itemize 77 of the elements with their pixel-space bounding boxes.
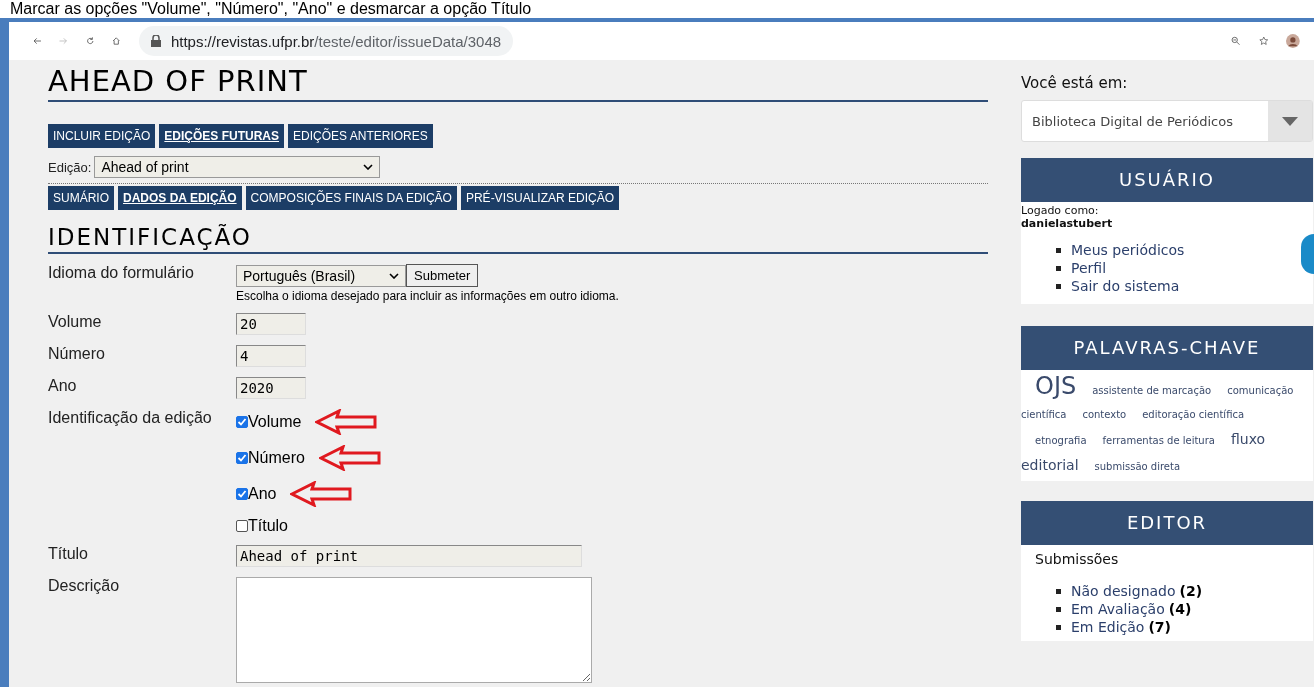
chevron-icon bbox=[363, 164, 374, 170]
sidebar-link[interactable]: Em Avaliação bbox=[1071, 601, 1165, 617]
caret-icon bbox=[1282, 116, 1298, 126]
sidebar-link[interactable]: Meus periódicos bbox=[1071, 242, 1185, 258]
keyword-link[interactable]: fluxo bbox=[1230, 427, 1266, 451]
arrow-icon bbox=[290, 481, 355, 507]
keyword-link[interactable]: científica bbox=[1021, 403, 1067, 427]
input-field[interactable]: Ahead of print bbox=[236, 545, 582, 567]
keyword-link[interactable]: editoração científica bbox=[1142, 403, 1245, 427]
chevron-icon bbox=[389, 272, 399, 279]
issue-select[interactable]: Ahead of print bbox=[94, 156, 381, 178]
count-text: (7) bbox=[1148, 619, 1171, 635]
nav-tab[interactable]: EDIÇÕES ANTERIORES bbox=[288, 124, 433, 148]
option-label: Número bbox=[248, 449, 305, 467]
nav-tab[interactable]: DADOS DA EDIÇÃO bbox=[118, 186, 242, 210]
field-label: Número bbox=[48, 345, 106, 363]
count-text: (4) bbox=[1168, 601, 1192, 617]
keyword-link[interactable]: comunicação bbox=[1227, 379, 1294, 403]
input-field[interactable]: 4 bbox=[236, 345, 306, 367]
address-bar[interactable]: https://revistas.ufpr.br/teste/editor/issueData/3048 bbox=[138, 26, 514, 56]
page-title: AHEAD OF PRINT bbox=[48, 64, 988, 102]
language-select[interactable]: Português (Brasil) bbox=[236, 264, 406, 287]
field-label: Descrição bbox=[48, 577, 121, 595]
keyword-link[interactable]: etnografia bbox=[1035, 429, 1087, 453]
nav-tab[interactable]: INCLUIR EDIÇÃO bbox=[48, 124, 156, 148]
description-textarea[interactable] bbox=[236, 577, 592, 683]
keyword-link[interactable]: editorial bbox=[1021, 453, 1079, 477]
submit-button[interactable]: Submeter bbox=[406, 264, 479, 287]
sidebar-link[interactable]: Não designado bbox=[1071, 583, 1176, 599]
hint-text: Escolha o idioma desejado para incluir as informações em outro idioma. bbox=[236, 289, 620, 303]
block-header: EDITOR bbox=[1021, 501, 1313, 545]
issue-label: Edição: bbox=[48, 159, 92, 175]
field-label: Idioma do formulário bbox=[48, 264, 195, 282]
keyword-link[interactable]: contexto bbox=[1082, 403, 1127, 427]
keyword-link[interactable]: ferramentas de leitura bbox=[1102, 429, 1215, 453]
option-label: Ano bbox=[248, 485, 277, 503]
checkbox[interactable] bbox=[236, 488, 248, 500]
keyword-link[interactable]: assistente de marcação bbox=[1092, 379, 1212, 403]
bullet-icon bbox=[1056, 283, 1061, 289]
bullet-icon bbox=[1056, 265, 1061, 271]
subheading: Submissões bbox=[1034, 550, 1120, 567]
checkbox[interactable] bbox=[236, 416, 248, 428]
field-label: Volume bbox=[48, 313, 103, 331]
input-field[interactable]: 20 bbox=[236, 313, 306, 335]
block-header: PALAVRAS-CHAVE bbox=[1021, 326, 1313, 370]
block-header: USUÁRIO bbox=[1021, 158, 1313, 202]
field-label: Ano bbox=[48, 377, 78, 395]
arrow-icon bbox=[315, 409, 380, 435]
bullet-icon bbox=[1056, 624, 1061, 630]
keyword-link[interactable]: submissão direta bbox=[1094, 455, 1181, 479]
bullet-icon bbox=[1056, 247, 1061, 253]
arrow-icon bbox=[318, 445, 383, 471]
nav-tab[interactable]: SUMÁRIO bbox=[48, 186, 114, 210]
input-field[interactable]: 2020 bbox=[236, 377, 306, 399]
section-title: IDENTIFICAÇÃO bbox=[48, 224, 988, 254]
bullet-icon bbox=[1056, 588, 1061, 594]
location-select[interactable]: Biblioteca Digital de Periódicos bbox=[1021, 100, 1313, 142]
bullet-icon bbox=[1056, 606, 1061, 612]
sidebar-link[interactable]: Sair do sistema bbox=[1071, 278, 1180, 294]
checkbox[interactable] bbox=[236, 452, 248, 464]
nav-tab[interactable]: EDIÇÕES FUTURAS bbox=[159, 124, 285, 148]
logged-label: Logado como: bbox=[1021, 203, 1100, 217]
location-label: Você está em: bbox=[1021, 74, 1129, 92]
caption-text: Marcar as opções "Volume", "Número", "Ano" e desmarcar a opção Título bbox=[9, 0, 532, 18]
field-label: Título bbox=[48, 545, 89, 563]
checkbox[interactable] bbox=[236, 520, 248, 532]
lock-icon bbox=[150, 35, 161, 47]
field-label: Identificação da edição bbox=[48, 409, 213, 427]
option-label: Volume bbox=[248, 413, 302, 431]
option-label: Título bbox=[248, 517, 288, 535]
nav-tab[interactable]: COMPOSIÇÕES FINAIS DA EDIÇÃO bbox=[245, 186, 457, 210]
username: danielastubert bbox=[1021, 217, 1114, 230]
keyword-link[interactable]: OJS bbox=[1035, 374, 1077, 398]
nav-tab[interactable]: PRÉ-VISUALIZAR EDIÇÃO bbox=[460, 186, 619, 210]
sidebar-link[interactable]: Em Edição bbox=[1071, 619, 1145, 635]
sidebar-link[interactable]: Perfil bbox=[1071, 260, 1107, 276]
count-text: (2) bbox=[1179, 583, 1203, 599]
